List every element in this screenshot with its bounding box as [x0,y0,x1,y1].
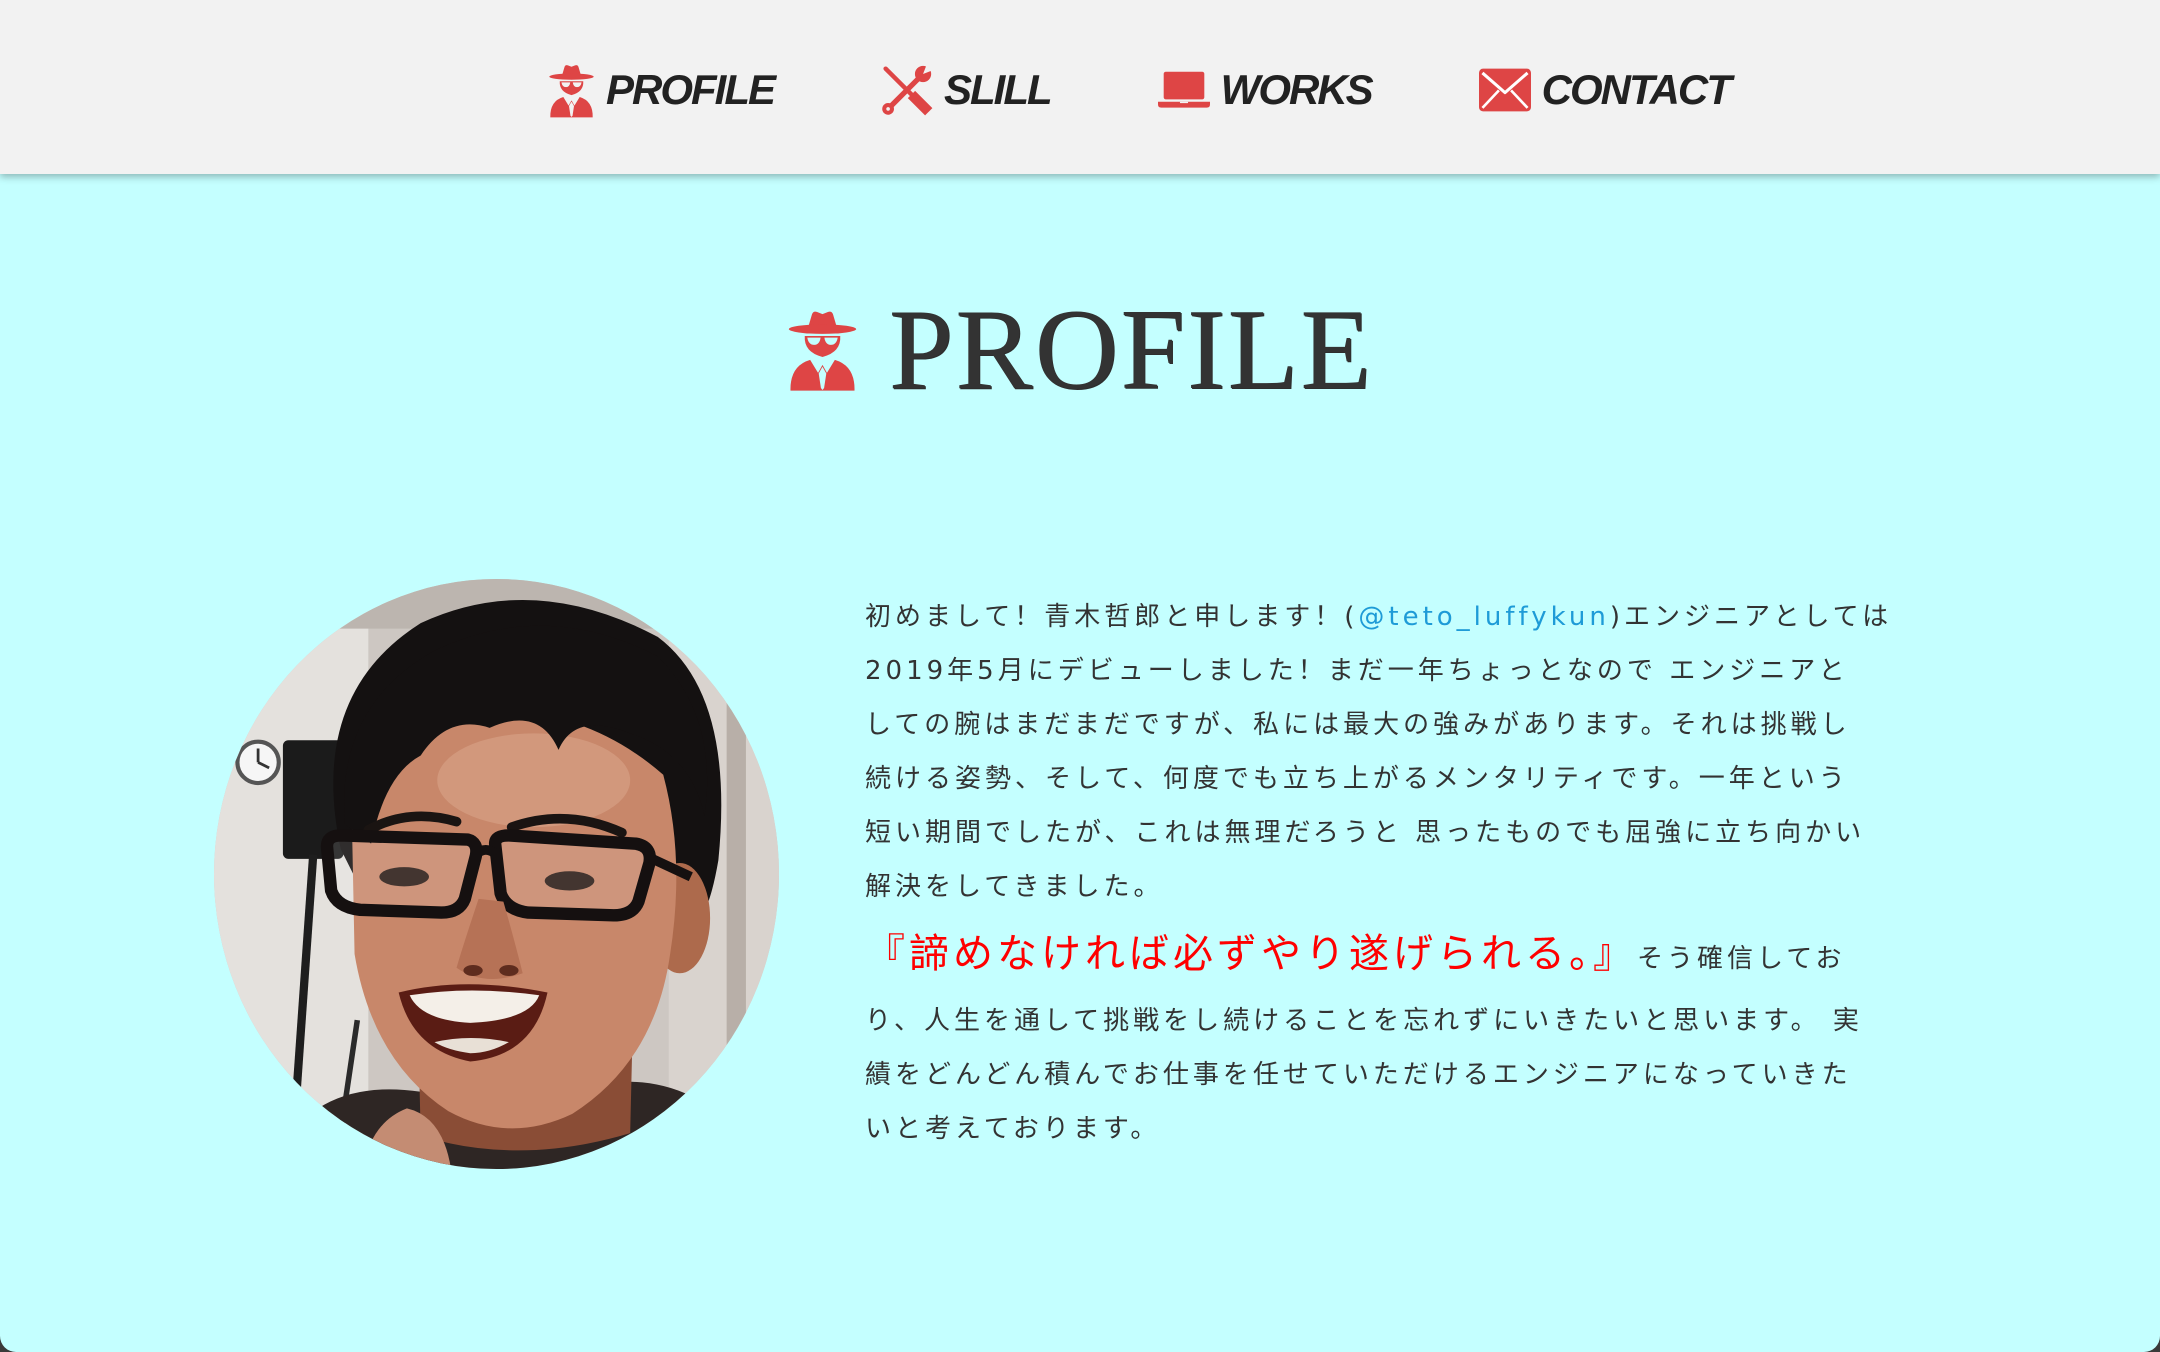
nav-item-contact[interactable]: CONTACT [1478,62,1732,113]
bio-line-8: り、人生を通して挑戦をし続けることを忘れずにいきたいと思います。 実 [865,1006,1863,1036]
motto-line: 『諦めなければ必ずやり遂げられる。』そう確信してお [865,914,1945,994]
motto-text: 『諦めなければ必ずやり遂げられる。』 [865,931,1637,977]
bio-text: )エンジニアとしては [1609,602,1893,632]
top-nav-bar: PROFILE SLILL WORKS CONTACT [0,0,2160,174]
user-secret-icon [787,309,858,391]
nav-item-label: SLILL [944,66,1053,113]
bio-line-1: 初めまして！青木哲郎と申します！(@teto_luffykun)エンジニアとして… [865,590,1945,644]
nav-item-label: CONTACT [1541,66,1732,113]
section-title: PROFILE [0,292,2160,408]
profile-photo [214,579,779,1169]
envelope-icon [1478,68,1531,112]
nav-item-profile[interactable]: PROFILE [548,57,776,118]
profile-bio: 初めまして！青木哲郎と申します！(@teto_luffykun)エンジニアとして… [865,590,1945,1156]
laptop-icon [1157,70,1210,110]
bio-line-3: しての腕はまだまだですが、私には最大の強みがあります。それは挑戦し [865,710,1851,740]
nav-item-label: PROFILE [606,66,776,113]
bio-text: 初めまして！青木哲郎と申します！( [865,602,1359,632]
bio-line-9: 績をどんどん積んでお仕事を任せていただけるエンジニアになっていきた [865,1060,1852,1090]
nav-item-skill[interactable]: SLILL [881,58,1053,116]
tools-icon [881,64,934,116]
nav-item-works[interactable]: WORKS [1157,63,1374,113]
bio-line-5: 短い期間でしたが、これは無理だろうと 思ったものでも屈強に立ち向かい [865,818,1866,848]
bio-line-6: 解決をしてきました。 [865,872,1164,902]
user-secret-icon [548,63,595,118]
main-nav: PROFILE SLILL WORKS CONTACT [548,0,1732,174]
section-title-text: PROFILE [888,286,1374,414]
bio-line-4: 続ける姿勢、そして、何度でも立ち上がるメンタリティです。一年という [865,764,1849,794]
nav-item-label: WORKS [1220,66,1374,113]
bio-line-10: いと考えております。 [865,1114,1161,1144]
bio-text: そう確信してお [1637,944,1846,974]
bio-line-2: 2019年5月にデビューしました！まだ一年ちょっとなので エンジニアと [865,656,1849,686]
twitter-link[interactable]: @teto_luffykun [1358,602,1609,632]
page: PROFILE SLILL WORKS CONTACT PROFILE 初めまし… [0,0,2160,1352]
